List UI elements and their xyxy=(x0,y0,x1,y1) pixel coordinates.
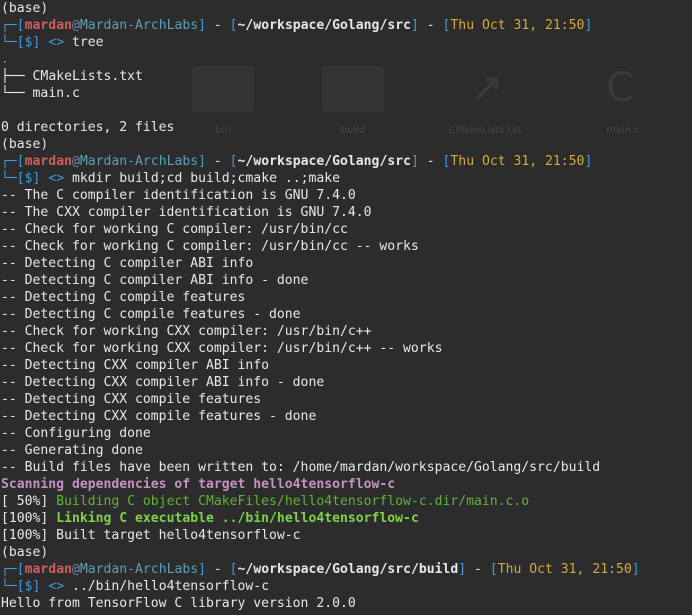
env-line: (base) xyxy=(1,137,49,152)
cmake-output-line: -- Check for working CXX compiler: /usr/… xyxy=(1,324,372,339)
prompt-dollar: $ xyxy=(24,35,33,50)
cmake-output-line: -- Detecting CXX compile features - done xyxy=(1,409,317,424)
command-text: ../bin/hello4tensorflow-c xyxy=(72,579,270,594)
prompt-path: ~/workspace/Golang/src/build xyxy=(237,562,459,577)
prompt-user: mardan xyxy=(24,562,72,577)
prompt-user: mardan xyxy=(24,154,72,169)
cmake-output-line: -- Generating done xyxy=(1,443,143,458)
cmake-output-line: -- The C compiler identification is GNU … xyxy=(1,188,356,203)
make-scanning-line: Scanning dependencies of target hello4te… xyxy=(1,477,396,492)
prompt-path: ~/workspace/Golang/src xyxy=(237,154,411,169)
prompt-header: ┌─[mardan@Mardan-ArchLabs] - [~/workspac… xyxy=(1,562,640,577)
command-text: mkdir build;cd build;cmake ..;make xyxy=(72,171,341,186)
prompt-command-line: └─[$] <> ../bin/hello4tensorflow-c xyxy=(1,579,270,594)
cmake-output-line: -- Check for working C compiler: /usr/bi… xyxy=(1,222,348,237)
cmake-output-line: -- Detecting CXX compiler ABI info xyxy=(1,358,270,373)
prompt-date: Thu Oct 31, 21:50 xyxy=(497,562,632,577)
prompt-command-line: └─[$] <> mkdir build;cd build;cmake ..;m… xyxy=(1,171,341,186)
cmake-output-line: -- Detecting CXX compiler ABI info - don… xyxy=(1,375,325,390)
cmake-output-line: -- Detecting C compile features - done xyxy=(1,307,301,322)
cmake-output-line: -- Detecting C compile features xyxy=(1,290,246,305)
prompt-header: ┌─[mardan@Mardan-ArchLabs] - [~/workspac… xyxy=(1,154,593,169)
prompt-arrow: <> xyxy=(48,35,65,50)
make-linking-line: [100%] Linking C executable ../bin/hello… xyxy=(1,511,419,526)
cmake-output-line: -- Check for working C compiler: /usr/bi… xyxy=(1,239,419,254)
prompt-host: Mardan-ArchLabs xyxy=(79,154,199,169)
prompt-header: ┌─[mardan@Mardan-ArchLabs] - [~/workspac… xyxy=(1,18,593,33)
prompt-dollar: $ xyxy=(24,579,33,594)
terminal-output[interactable]: (base) ┌─[mardan@Mardan-ArchLabs] - [~/w… xyxy=(1,0,692,612)
cmake-output-line: -- The CXX compiler identification is GN… xyxy=(1,205,372,220)
prompt-path: ~/workspace/Golang/src xyxy=(237,18,411,33)
cmake-output-line: -- Detecting C compiler ABI info - done xyxy=(1,273,309,288)
command-text: tree xyxy=(72,35,104,50)
tree-entry: ├── CMakeLists.txt xyxy=(1,69,143,84)
prompt-date: Thu Oct 31, 21:50 xyxy=(450,154,585,169)
terminal-window[interactable]: bin build ↗ CMakeLists.txt C main.c (bas… xyxy=(0,0,692,615)
tree-summary: 0 directories, 2 files xyxy=(1,120,175,135)
prompt-command-line: └─[$] <> tree xyxy=(1,35,104,50)
prompt-user: mardan xyxy=(24,18,72,33)
cmake-output-line: -- Detecting CXX compile features xyxy=(1,392,262,407)
cmake-output-line: -- Check for working CXX compiler: /usr/… xyxy=(1,341,443,356)
cmake-output-line: -- Detecting C compiler ABI info xyxy=(1,256,254,271)
env-line: (base) xyxy=(1,545,49,560)
prompt-host: Mardan-ArchLabs xyxy=(79,18,199,33)
tree-entry: └── main.c xyxy=(1,86,80,101)
cmake-output-line: -- Configuring done xyxy=(1,426,151,441)
program-output-line: Hello from TensorFlow C library version … xyxy=(1,596,356,611)
make-building-line: [ 50%] Building C object CMakeFiles/hell… xyxy=(1,494,530,509)
prompt-dollar: $ xyxy=(24,171,33,186)
env-line: (base) xyxy=(1,1,49,16)
cmake-output-line: -- Build files have been written to: /ho… xyxy=(1,460,601,475)
tree-root: . xyxy=(1,52,9,67)
prompt-date: Thu Oct 31, 21:50 xyxy=(450,18,585,33)
make-built-line: [100%] Built target hello4tensorflow-c xyxy=(1,528,301,543)
prompt-arrow: <> xyxy=(48,579,65,594)
prompt-host: Mardan-ArchLabs xyxy=(79,562,199,577)
prompt-arrow: <> xyxy=(48,171,65,186)
